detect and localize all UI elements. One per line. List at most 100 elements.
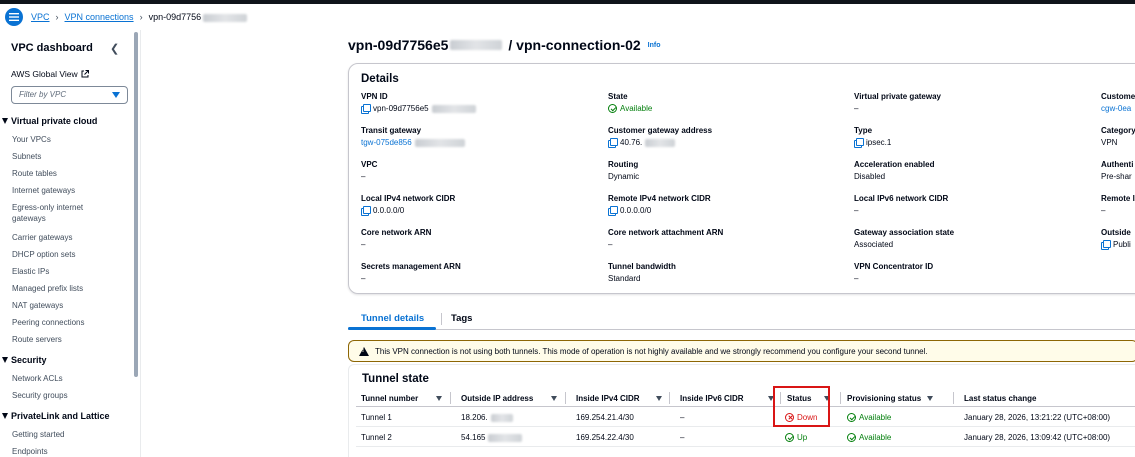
table-row: Tunnel 1 18.206. 169.254.21.4/30 – Down … bbox=[356, 408, 1135, 427]
caret-down-icon bbox=[2, 413, 8, 419]
detail-tabs: Tunnel details Tags bbox=[348, 308, 1135, 330]
copy-icon[interactable] bbox=[1101, 240, 1111, 250]
transit-gateway-link[interactable]: tgw-075de856 bbox=[361, 138, 412, 147]
inside-ipv6: – bbox=[680, 413, 685, 422]
field-transit-gateway: Transit gateway tgw-075de856 bbox=[361, 126, 465, 147]
field-vpn-id: VPN ID vpn-09d7756e5 bbox=[361, 92, 476, 114]
sidebar-scrollbar[interactable] bbox=[134, 32, 138, 377]
filter-by-vpc-select[interactable]: Filter by VPC bbox=[11, 86, 128, 104]
field-value: – bbox=[1101, 206, 1106, 215]
sidebar-title[interactable]: VPC dashboard bbox=[11, 42, 93, 54]
inside-ipv6: – bbox=[680, 433, 685, 442]
sort-icon[interactable] bbox=[436, 396, 442, 401]
field-value: – bbox=[361, 172, 366, 181]
copy-icon[interactable] bbox=[608, 138, 618, 148]
sidebar-item-internet-gateways[interactable]: Internet gateways bbox=[12, 185, 122, 196]
field-acceleration: Acceleration enabled Disabled bbox=[854, 160, 934, 181]
sidebar-section-label: Virtual private cloud bbox=[11, 116, 98, 126]
copy-icon[interactable] bbox=[361, 104, 371, 114]
field-tunnel-bandwidth: Tunnel bandwidth Standard bbox=[608, 262, 676, 283]
field-value: Standard bbox=[608, 274, 641, 283]
field-label: Tunnel bandwidth bbox=[608, 262, 676, 271]
field-value: Dynamic bbox=[608, 172, 640, 181]
copy-icon[interactable] bbox=[854, 138, 864, 148]
field-value: Pre-shar bbox=[1101, 172, 1132, 181]
field-value: ipsec.1 bbox=[866, 138, 892, 147]
sidebar-item-getting-started[interactable]: Getting started bbox=[12, 429, 122, 440]
column-header-inside-ipv6[interactable]: Inside IPv6 CIDR bbox=[680, 394, 774, 403]
sidebar-section-vpc[interactable]: Virtual private cloud bbox=[2, 116, 97, 126]
customer-gateway-link[interactable]: cgw-0ea bbox=[1101, 104, 1135, 113]
status-ok-icon bbox=[608, 104, 617, 113]
column-header-provisioning-status[interactable]: Provisioning status bbox=[847, 394, 933, 403]
breadcrumb-vpc[interactable]: VPC bbox=[31, 12, 50, 22]
sort-icon[interactable] bbox=[656, 396, 662, 401]
caret-down-icon bbox=[2, 118, 8, 124]
tunnel-status: Up bbox=[785, 433, 807, 442]
sidebar-global-view[interactable]: AWS Global View bbox=[11, 69, 89, 79]
field-label: Transit gateway bbox=[361, 126, 422, 135]
copy-icon[interactable] bbox=[608, 206, 618, 216]
chevron-right-icon: › bbox=[55, 12, 59, 22]
field-state: State Available bbox=[608, 92, 652, 113]
sidebar-section-security[interactable]: Security bbox=[2, 355, 47, 365]
field-value: Publi bbox=[1113, 240, 1131, 249]
sidebar-item-security-groups[interactable]: Security groups bbox=[12, 390, 122, 401]
column-header-tunnel-number[interactable]: Tunnel number bbox=[361, 394, 442, 403]
sidebar-item-carrier-gateways[interactable]: Carrier gateways bbox=[12, 232, 122, 243]
sidebar-global-view-label: AWS Global View bbox=[11, 69, 78, 79]
provisioning-status: Available bbox=[847, 413, 891, 422]
outside-ip: 18.206. bbox=[461, 413, 513, 422]
field-local-ipv4-cidr: Local IPv4 network CIDR 0.0.0.0/0 bbox=[361, 194, 455, 216]
sidebar-item-elastic-ips[interactable]: Elastic IPs bbox=[12, 266, 122, 277]
sidebar-item-egress-only[interactable]: Egress-only internet gateways bbox=[12, 202, 112, 224]
sidebar-item-endpoints[interactable]: Endpoints bbox=[12, 446, 122, 457]
warning-alert: This VPN connection is not using both tu… bbox=[348, 340, 1135, 362]
field-core-network-arn: Core network ARN – bbox=[361, 228, 431, 249]
field-value: – bbox=[854, 104, 859, 113]
field-label: State bbox=[608, 92, 628, 101]
warning-icon bbox=[359, 346, 369, 356]
tab-divider bbox=[441, 313, 442, 325]
sidebar-item-dhcp-option-sets[interactable]: DHCP option sets bbox=[12, 249, 122, 260]
sidebar-item-managed-prefix-lists[interactable]: Managed prefix lists bbox=[12, 283, 122, 294]
tunnel-number: Tunnel 1 bbox=[361, 413, 392, 422]
field-local-ipv6-cidr: Local IPv6 network CIDR – bbox=[854, 194, 948, 215]
sidebar-item-route-servers[interactable]: Route servers bbox=[12, 334, 122, 345]
column-header-last-status-change[interactable]: Last status change bbox=[964, 394, 1036, 403]
column-header-inside-ipv4[interactable]: Inside IPv4 CIDR bbox=[576, 394, 662, 403]
sidebar-section-label: PrivateLink and Lattice bbox=[11, 411, 110, 421]
sidebar-item-route-tables[interactable]: Route tables bbox=[12, 168, 122, 179]
tab-tunnel-details[interactable]: Tunnel details bbox=[361, 313, 424, 324]
field-label: Authenti bbox=[1101, 160, 1134, 169]
chevron-left-icon[interactable]: ❮ bbox=[110, 42, 119, 55]
field-type: Type ipsec.1 bbox=[854, 126, 892, 148]
menu-icon[interactable] bbox=[5, 8, 23, 26]
field-value: 0.0.0.0/0 bbox=[373, 206, 405, 215]
field-label: Type bbox=[854, 126, 873, 135]
field-outside-ip-type: Outside Publi bbox=[1101, 228, 1131, 250]
status-ok-icon bbox=[847, 433, 856, 442]
field-label: Gateway association state bbox=[854, 228, 955, 237]
field-value: VPN bbox=[1101, 138, 1118, 147]
sidebar-item-subnets[interactable]: Subnets bbox=[12, 151, 122, 162]
tab-tags[interactable]: Tags bbox=[451, 313, 472, 324]
sidebar-item-your-vpcs[interactable]: Your VPCs bbox=[12, 134, 122, 145]
info-link[interactable]: Info bbox=[648, 42, 661, 49]
sidebar-section-privatelink[interactable]: PrivateLink and Lattice bbox=[2, 411, 110, 421]
status-ok-icon bbox=[785, 433, 794, 442]
field-secrets-arn: Secrets management ARN – bbox=[361, 262, 461, 283]
breadcrumb: VPC › VPN connections › vpn-09d7756 bbox=[31, 12, 248, 22]
sidebar-item-network-acls[interactable]: Network ACLs bbox=[12, 373, 122, 384]
tunnel-state-title: Tunnel state bbox=[362, 373, 429, 385]
breadcrumb-vpn-connections[interactable]: VPN connections bbox=[65, 12, 134, 22]
column-header-outside-ip[interactable]: Outside IP address bbox=[461, 394, 557, 403]
field-authentication: Authenti Pre-shar bbox=[1101, 160, 1133, 181]
sort-icon[interactable] bbox=[551, 396, 557, 401]
field-value: Associated bbox=[854, 240, 894, 249]
copy-icon[interactable] bbox=[361, 206, 371, 216]
sort-icon[interactable] bbox=[927, 396, 933, 401]
sidebar-item-peering-connections[interactable]: Peering connections bbox=[12, 317, 122, 328]
sidebar-item-nat-gateways[interactable]: NAT gateways bbox=[12, 300, 122, 311]
inside-ipv4: 169.254.21.4/30 bbox=[576, 413, 634, 422]
